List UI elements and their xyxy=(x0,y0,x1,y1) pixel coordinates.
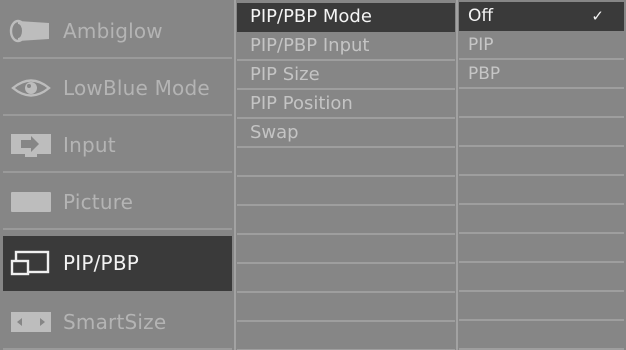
main-item-label: LowBlue Mode xyxy=(63,75,210,100)
submenu-item-label: PIP/PBP Mode xyxy=(250,5,372,27)
submenu-item-swap[interactable]: Swap xyxy=(237,119,455,148)
main-item-pip-pbp[interactable]: PIP/PBP xyxy=(3,236,232,291)
main-menu: Ambiglow LowBlue Mode Input Picture PIP/… xyxy=(0,0,233,350)
main-item-input[interactable]: Input xyxy=(3,118,232,173)
eye-icon xyxy=(9,73,53,103)
column-divider xyxy=(234,0,236,350)
options-empty-row xyxy=(459,176,624,205)
option-pbp[interactable]: PBP xyxy=(459,60,624,89)
options-empty-row xyxy=(459,234,624,263)
checkmark-icon: ✓ xyxy=(591,6,604,25)
submenu-item-pip-pbp-input[interactable]: PIP/PBP Input xyxy=(237,32,455,61)
submenu-empty-row xyxy=(237,264,455,293)
submenu-item-label: PIP Position xyxy=(250,92,353,114)
main-item-picture[interactable]: Picture xyxy=(3,175,232,230)
submenu-item-label: Swap xyxy=(250,121,299,143)
submenu-item-label: PIP Size xyxy=(250,63,320,85)
osd-menu: Ambiglow LowBlue Mode Input Picture PIP/… xyxy=(0,0,626,350)
smartsize-icon xyxy=(9,307,53,337)
options-empty-row xyxy=(459,89,624,118)
submenu-empty-row xyxy=(237,293,455,322)
submenu-item-label: PIP/PBP Input xyxy=(250,34,370,56)
submenu-item-pip-size[interactable]: PIP Size xyxy=(237,61,455,90)
ambiglow-icon xyxy=(9,16,53,46)
options-empty-row xyxy=(459,118,624,147)
submenu-empty-row xyxy=(237,206,455,235)
main-item-ambiglow[interactable]: Ambiglow xyxy=(3,4,232,59)
option-label: PBP xyxy=(468,63,501,84)
submenu-empty-row xyxy=(237,235,455,264)
main-item-label: PIP/PBP xyxy=(63,250,139,275)
option-pip[interactable]: PIP xyxy=(459,31,624,60)
options-empty-row xyxy=(459,205,624,234)
picture-icon xyxy=(9,187,53,217)
pip-pbp-mode-options: Off ✓ PIP PBP xyxy=(459,0,624,350)
option-label: Off xyxy=(468,5,494,26)
pip-pbp-submenu: PIP/PBP Mode PIP/PBP Input PIP Size PIP … xyxy=(237,0,455,350)
option-label: PIP xyxy=(468,34,494,55)
main-item-label: Picture xyxy=(63,189,134,214)
options-empty-row xyxy=(459,321,624,350)
submenu-empty-row xyxy=(237,322,455,350)
main-item-smartsize[interactable]: SmartSize xyxy=(3,295,232,350)
submenu-empty-row xyxy=(237,177,455,206)
input-icon xyxy=(9,130,53,160)
options-empty-row xyxy=(459,292,624,321)
main-item-lowblue-mode[interactable]: LowBlue Mode xyxy=(3,61,232,116)
main-item-label: Ambiglow xyxy=(63,18,163,43)
submenu-item-pip-pbp-mode[interactable]: PIP/PBP Mode xyxy=(237,3,455,32)
column-divider xyxy=(456,0,458,350)
submenu-item-pip-position[interactable]: PIP Position xyxy=(237,90,455,119)
option-off[interactable]: Off ✓ xyxy=(459,2,624,31)
main-item-label: SmartSize xyxy=(63,309,167,334)
submenu-empty-row xyxy=(237,148,455,177)
options-empty-row xyxy=(459,263,624,292)
main-item-label: Input xyxy=(63,132,116,157)
options-empty-row xyxy=(459,147,624,176)
pip-pbp-icon xyxy=(9,248,53,278)
